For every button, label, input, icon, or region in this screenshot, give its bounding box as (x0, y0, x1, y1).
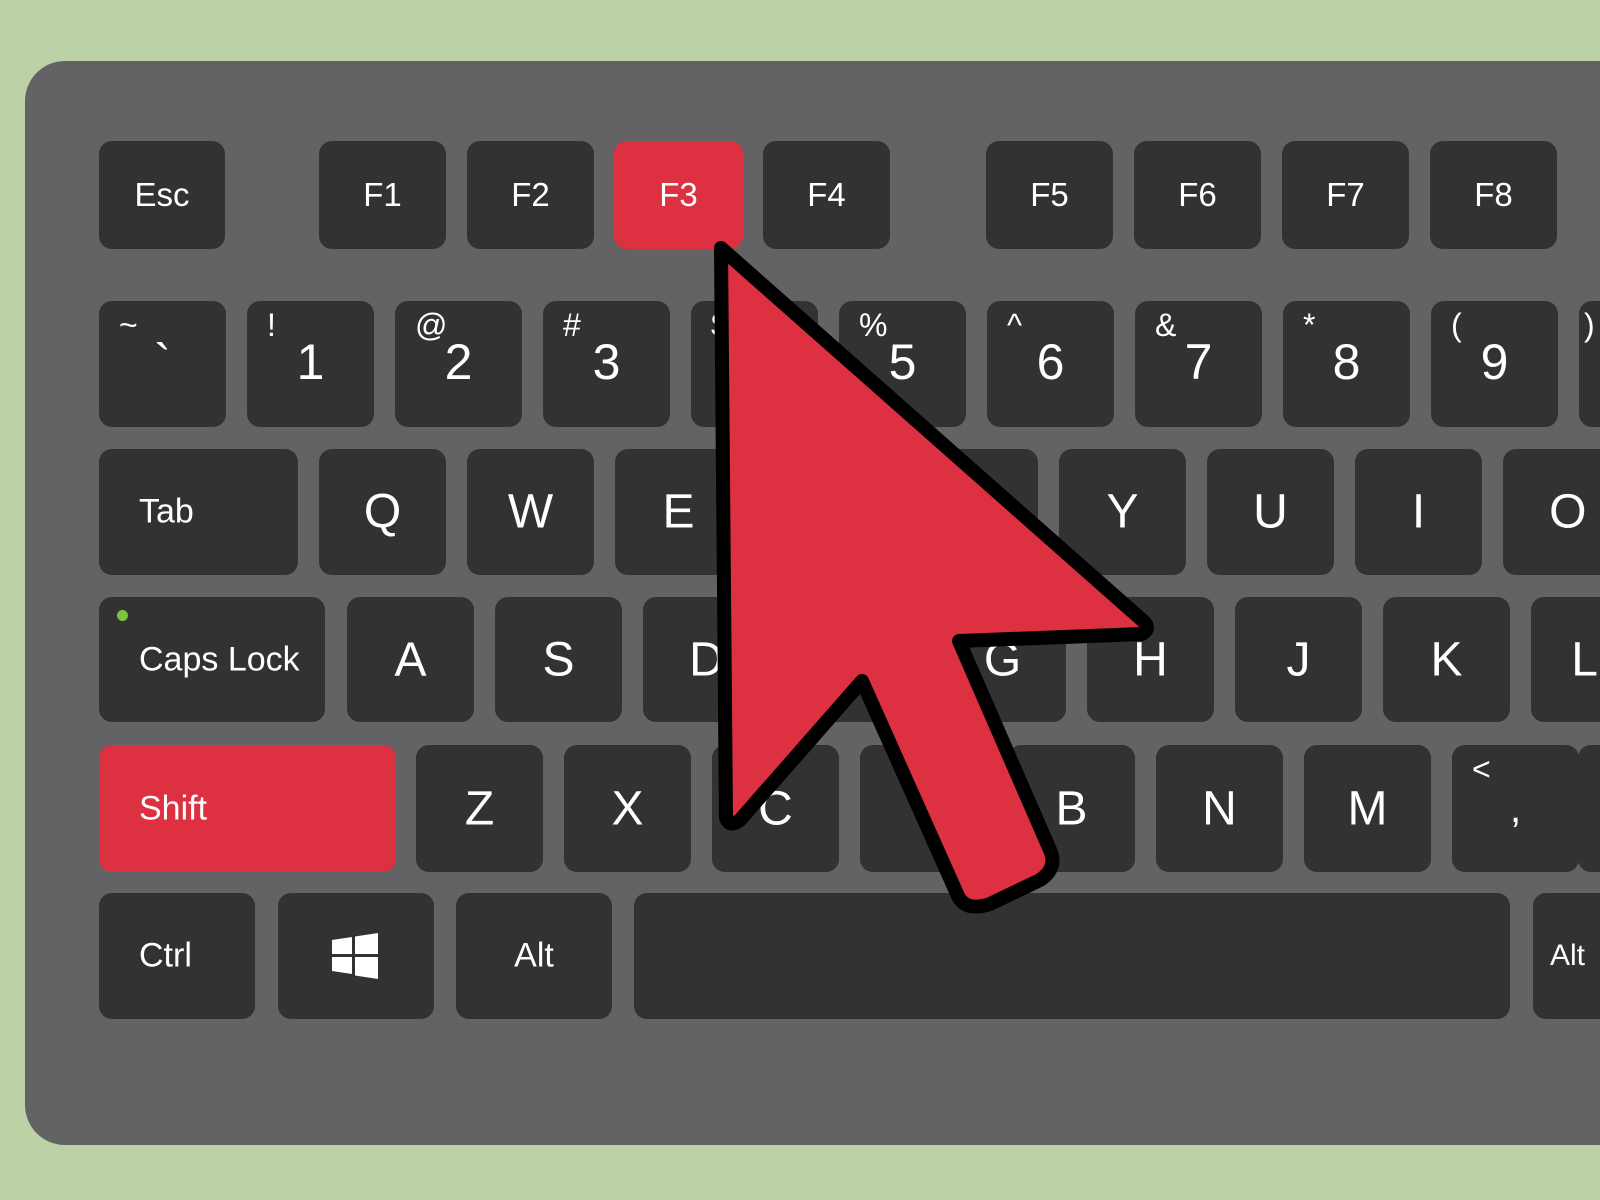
cursor-arrow (714, 241, 1154, 914)
mouse-pointer-arrow-icon (714, 241, 1154, 914)
